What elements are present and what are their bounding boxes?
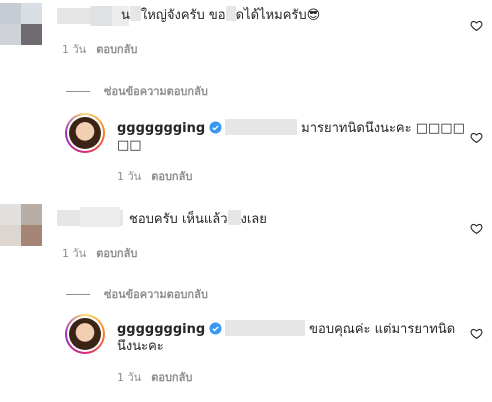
comment-text-2-part1: ชอบครับ เห็นแล้ว <box>129 212 228 227</box>
commenter-avatar-2[interactable] <box>0 204 42 246</box>
reply-like-heart-icon-2[interactable] <box>470 327 483 340</box>
comment-text-1-part3: ดได้ไหมครับ <box>235 8 307 23</box>
reply-line1-2: ggggggging ขอบคุณค่ะ แต่มารยาทนิด <box>117 320 455 339</box>
reply-button-2[interactable]: ตอบกลับ <box>96 247 137 260</box>
reply-time-1: 1 วัน <box>117 170 142 183</box>
commenter-username-1-c <box>90 6 112 26</box>
reply-username-1[interactable]: ggggggging <box>117 121 205 136</box>
comment-text-2-part2: งเลย <box>240 212 267 227</box>
hide-replies-button-2[interactable]: ซ่อนข้อความตอบกลับ <box>66 285 208 303</box>
comment-time-1: 1 วัน <box>62 43 87 56</box>
like-heart-icon[interactable] <box>470 19 483 32</box>
reply-text-2b: นึงนะคะ <box>117 339 164 354</box>
commenter-avatar-1[interactable] <box>0 3 42 45</box>
verified-badge-icon <box>209 121 222 134</box>
hide-replies-button-1[interactable]: ซ่อนข้อความตอบกลับ <box>66 82 208 100</box>
like-heart-icon-2[interactable] <box>470 222 483 235</box>
censor-block <box>225 6 236 21</box>
censor-block <box>129 6 141 21</box>
divider-dash <box>66 90 90 92</box>
avatar-photo <box>69 117 101 149</box>
hide-replies-label-1: ซ่อนข้อความตอบกลับ <box>104 85 208 98</box>
comment-text-1-part1: น <box>121 8 130 23</box>
reply-avatar-1[interactable] <box>65 113 105 153</box>
reply-reply-button-2[interactable]: ตอบกลับ <box>151 371 192 384</box>
comment-meta-1: 1 วัน ตอบกลับ <box>62 43 137 57</box>
avatar-photo <box>69 318 101 350</box>
reply-meta-1: 1 วัน ตอบกลับ <box>117 170 192 184</box>
reply-meta-2: 1 วัน ตอบกลับ <box>117 371 192 385</box>
reply-avatar-2[interactable] <box>65 314 105 354</box>
comment-text-1: น ใหญ่จังครับ ขอ ดได้ไหมครับ😎 <box>121 6 320 25</box>
comment-text-1-part2: ใหญ่จังครับ ขอ <box>140 8 226 23</box>
mention-censored <box>225 119 298 135</box>
reply-reply-button-1[interactable]: ตอบกลับ <box>151 170 192 183</box>
reply-time-2: 1 วัน <box>117 371 142 384</box>
divider-dash <box>66 293 90 295</box>
reply-text-1b: □□ <box>117 138 142 153</box>
mention-censored <box>225 320 306 336</box>
comment-meta-2: 1 วัน ตอบกลับ <box>62 247 137 261</box>
reply-button-1[interactable]: ตอบกลับ <box>96 43 137 56</box>
sunglasses-emoji-icon: 😎 <box>306 8 321 23</box>
reply-text-2a: ขอบคุณค่ะ แต่มารยาทนิด <box>309 322 456 337</box>
commenter-username-2-b <box>80 207 120 227</box>
comment-text-2: ชอบครับ เห็นแล้ว งเลย <box>129 210 267 229</box>
reply-text-1a: มารยาทนิดนึงนะคะ □□□□ <box>301 121 465 136</box>
verified-badge-icon <box>209 322 222 335</box>
reply-username-2[interactable]: ggggggging <box>117 322 205 337</box>
comment-time-2: 1 วัน <box>62 247 87 260</box>
hide-replies-label-2: ซ่อนข้อความตอบกลับ <box>104 288 208 301</box>
reply-line1-1: ggggggging มารยาทนิดนึงนะคะ □□□□ <box>117 119 465 138</box>
reply-like-heart-icon[interactable] <box>470 131 483 144</box>
censor-block <box>227 210 241 225</box>
